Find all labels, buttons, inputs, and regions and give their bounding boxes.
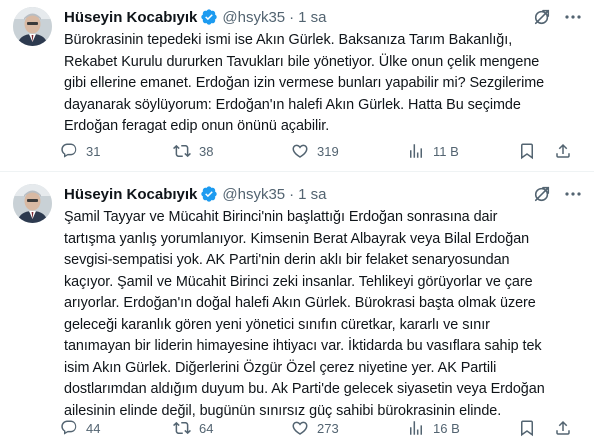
views-count: 11 B: [433, 143, 459, 159]
author-handle[interactable]: @hsyk35: [222, 186, 285, 203]
views-button[interactable]: 16 B: [407, 418, 460, 438]
share-button[interactable]: [554, 418, 572, 438]
timestamp[interactable]: 1 sa: [298, 9, 326, 26]
retweet-count: 64: [199, 420, 214, 436]
tweet-actions: 44 64 273 16 B: [60, 418, 590, 440]
views-icon: [410, 144, 422, 158]
like-count: 319: [317, 143, 339, 159]
tweet[interactable]: Hüseyin Kocabıyık @hsyk35 · 1 sa Bürokra…: [0, 0, 594, 172]
timestamp[interactable]: 1 sa: [298, 186, 326, 203]
views-count: 16 B: [433, 420, 460, 436]
separator-dot: ·: [289, 185, 295, 203]
retweet-count: 38: [199, 143, 214, 159]
retweet-button[interactable]: 38: [173, 141, 213, 161]
separator-dot: ·: [289, 8, 295, 26]
tweet-text: Bürokrasinin tepedeki ismi ise Akın Gürl…: [64, 32, 545, 134]
reply-icon: [61, 143, 77, 158]
like-button[interactable]: 273: [291, 418, 339, 438]
author-name[interactable]: Hüseyin Kocabıyık: [64, 186, 197, 203]
bookmark-button[interactable]: [518, 141, 536, 161]
reply-count: 31: [86, 143, 101, 159]
tweet-text: Şamil Tayyar ve Mücahit Birinci'nin başl…: [64, 209, 545, 419]
bookmark-button[interactable]: [518, 418, 536, 438]
views-button[interactable]: 11 B: [407, 141, 459, 161]
share-icon: [556, 420, 570, 435]
bookmark-icon: [521, 420, 533, 437]
bookmark-icon: [521, 143, 533, 160]
more-icon[interactable]: [563, 185, 583, 203]
reply-button[interactable]: 31: [60, 141, 100, 161]
reply-count: 44: [86, 420, 101, 436]
more-icon[interactable]: [563, 8, 583, 26]
author-name[interactable]: Hüseyin Kocabıyık: [64, 9, 197, 26]
reply-button[interactable]: 44: [60, 418, 100, 438]
like-button[interactable]: 319: [291, 141, 339, 161]
tweet-actions: 31 38 319 11 B: [60, 141, 590, 163]
author-handle[interactable]: @hsyk35: [222, 9, 285, 26]
avatar[interactable]: [13, 7, 52, 46]
retweet-icon: [173, 421, 191, 435]
share-button[interactable]: [554, 141, 572, 161]
views-icon: [410, 421, 422, 435]
verified-badge-icon: [201, 9, 218, 25]
avatar[interactable]: [13, 184, 52, 223]
grok-icon[interactable]: [533, 185, 551, 203]
verified-badge-icon: [201, 186, 218, 202]
retweet-button[interactable]: 64: [173, 418, 213, 438]
like-icon: [292, 144, 308, 158]
grok-icon[interactable]: [533, 8, 551, 26]
like-icon: [292, 421, 308, 435]
tweet-header: Hüseyin Kocabıyık @hsyk35 · 1 sa: [64, 7, 327, 27]
tweet-header: Hüseyin Kocabıyık @hsyk35 · 1 sa: [64, 184, 327, 204]
reply-icon: [61, 420, 77, 435]
tweet[interactable]: Hüseyin Kocabıyık @hsyk35 · 1 sa Şamil T…: [0, 173, 594, 448]
share-icon: [556, 143, 570, 158]
like-count: 273: [317, 420, 339, 436]
retweet-icon: [173, 144, 191, 158]
